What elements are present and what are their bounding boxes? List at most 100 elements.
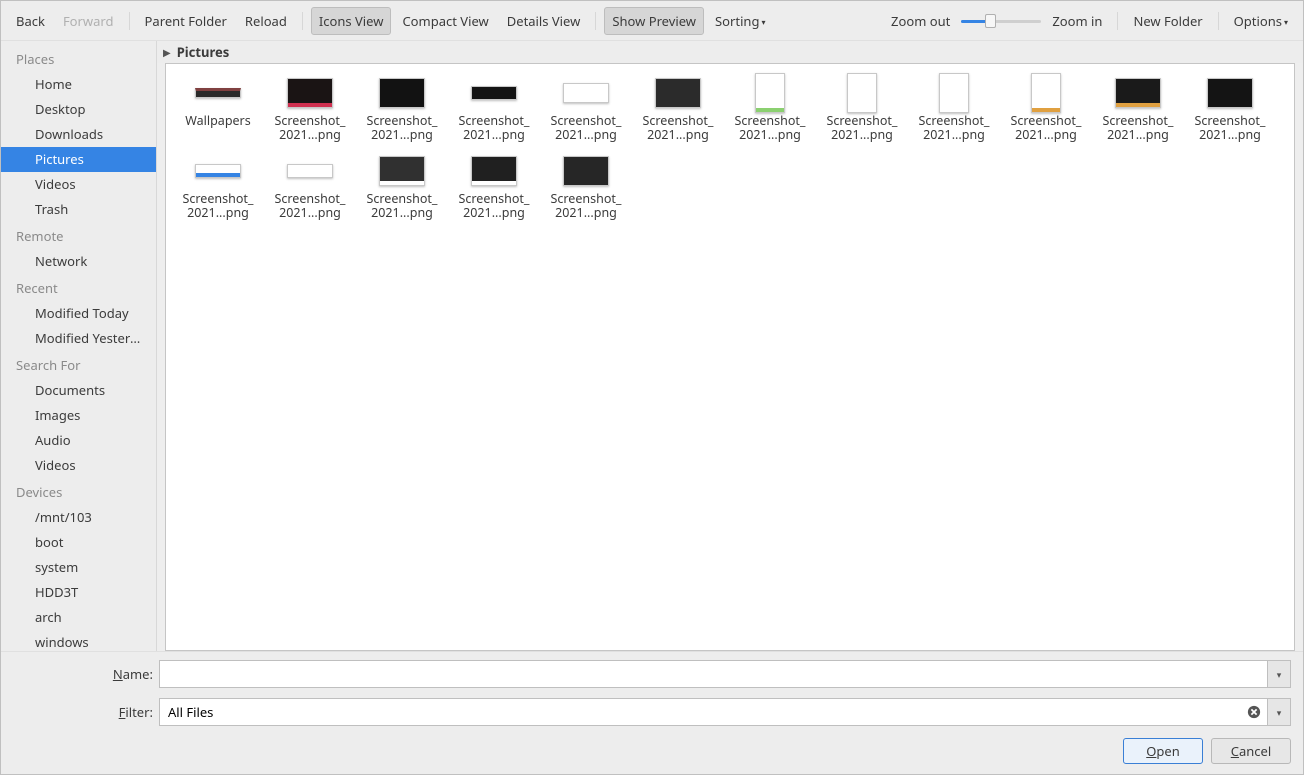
thumbnail-icon [847,73,877,113]
back-button[interactable]: Back [9,8,52,34]
file-item[interactable]: Screenshot_2021...png [172,152,264,220]
compact-view-button[interactable]: Compact View [395,8,495,34]
chevron-right-icon[interactable]: ▶ [163,45,171,59]
file-item[interactable]: Screenshot_2021...png [264,152,356,220]
separator [595,12,596,30]
sidebar-item-arch[interactable]: arch [1,605,156,630]
sidebar-item-pictures[interactable]: Pictures [1,147,156,172]
file-item[interactable]: Screenshot_2021...png [264,74,356,142]
thumbnail-icon [563,156,609,186]
file-view[interactable]: WallpapersScreenshot_2021...pngScreensho… [165,63,1295,651]
file-label: Screenshot_2021...png [919,114,990,142]
thumbnail-icon [471,86,517,100]
thumbnail-icon [1207,78,1253,108]
breadcrumb-current[interactable]: Pictures [177,43,230,61]
sidebar-item-desktop[interactable]: Desktop [1,97,156,122]
file-item[interactable]: Screenshot_2021...png [1000,74,1092,142]
icons-view-button[interactable]: Icons View [311,7,392,35]
filter-dropdown[interactable]: ▾ [1267,698,1291,726]
thumbnail-icon [655,78,701,108]
sidebar-item--mnt-103[interactable]: /mnt/103 [1,505,156,530]
thumbnail-icon [195,88,241,98]
sidebar-item-windows[interactable]: windows [1,630,156,651]
file-item[interactable]: Screenshot_2021...png [908,74,1000,142]
sidebar-item-trash[interactable]: Trash [1,197,156,222]
name-history-dropdown[interactable]: ▾ [1267,660,1291,688]
toolbar: Back Forward Parent Folder Reload Icons … [1,1,1303,41]
separator [1218,12,1219,30]
clear-icon [1247,705,1261,719]
file-label: Screenshot_2021...png [551,114,622,142]
file-label: Screenshot_2021...png [827,114,898,142]
open-button[interactable]: Open [1123,738,1203,764]
cancel-button[interactable]: Cancel [1211,738,1291,764]
breadcrumb: ▶ Pictures [157,41,1303,63]
details-view-button[interactable]: Details View [500,8,588,34]
file-item[interactable]: Wallpapers [172,74,264,142]
file-label: Screenshot_2021...png [1011,114,1082,142]
chevron-down-icon: ▾ [761,17,765,28]
file-label: Screenshot_2021...png [459,192,530,220]
sidebar-item-home[interactable]: Home [1,72,156,97]
separator [302,12,303,30]
options-button[interactable]: Options▾ [1227,8,1295,34]
file-label: Screenshot_2021...png [643,114,714,142]
file-item[interactable]: Screenshot_2021...png [356,152,448,220]
thumbnail-icon [1031,73,1061,113]
thumbnail-icon [287,78,333,108]
parent-folder-button[interactable]: Parent Folder [138,8,234,34]
file-item[interactable]: Screenshot_2021...png [1184,74,1276,142]
sidebar-item-documents[interactable]: Documents [1,378,156,403]
file-item[interactable]: Screenshot_2021...png [724,74,816,142]
filter-clear-button[interactable] [1241,698,1267,726]
zoom-in-button[interactable]: Zoom in [1045,8,1109,34]
sidebar-item-videos[interactable]: Videos [1,172,156,197]
sidebar-item-network[interactable]: Network [1,249,156,274]
file-item[interactable]: Screenshot_2021...png [632,74,724,142]
file-label: Screenshot_2021...png [459,114,530,142]
chevron-down-icon: ▾ [1277,668,1282,681]
file-label: Screenshot_2021...png [275,192,346,220]
sidebar-item-videos[interactable]: Videos [1,453,156,478]
separator [129,12,130,30]
thumbnail-icon [195,164,241,178]
file-item[interactable]: Screenshot_2021...png [540,74,632,142]
filter-input-field[interactable] [168,699,1233,725]
sidebar-item-downloads[interactable]: Downloads [1,122,156,147]
filter-field-label: Filter: [13,703,153,721]
filter-input[interactable] [159,698,1241,726]
sidebar-item-hdd3t[interactable]: HDD3T [1,580,156,605]
sidebar-item-system[interactable]: system [1,555,156,580]
reload-button[interactable]: Reload [238,8,294,34]
sorting-button[interactable]: Sorting▾ [708,8,772,34]
thumbnail-icon [379,156,425,186]
separator [1117,12,1118,30]
name-field-label: Name: [13,665,153,683]
bottom-panel: Name: ▾ Filter: ▾ Open Cancel [1,651,1303,774]
sidebar-item-boot[interactable]: boot [1,530,156,555]
file-label: Screenshot_2021...png [1103,114,1174,142]
name-input-field[interactable] [168,661,1259,687]
thumbnail-icon [1115,78,1161,108]
zoom-out-button[interactable]: Zoom out [884,8,957,34]
file-item[interactable]: Screenshot_2021...png [448,152,540,220]
file-item[interactable]: Screenshot_2021...png [816,74,908,142]
zoom-slider[interactable] [961,18,1041,24]
name-input[interactable] [159,660,1267,688]
thumbnail-icon [755,73,785,113]
file-item[interactable]: Screenshot_2021...png [448,74,540,142]
thumbnail-icon [939,73,969,113]
show-preview-button[interactable]: Show Preview [604,7,704,35]
new-folder-button[interactable]: New Folder [1126,8,1209,34]
sidebar-item-modified-yesterday[interactable]: Modified Yesterday [1,326,156,351]
sidebar-item-modified-today[interactable]: Modified Today [1,301,156,326]
file-item[interactable]: Screenshot_2021...png [356,74,448,142]
sidebar-item-images[interactable]: Images [1,403,156,428]
sidebar-item-audio[interactable]: Audio [1,428,156,453]
chevron-down-icon: ▾ [1284,17,1288,28]
thumbnail-icon [379,78,425,108]
file-item[interactable]: Screenshot_2021...png [540,152,632,220]
file-label: Screenshot_2021...png [367,192,438,220]
file-label: Screenshot_2021...png [367,114,438,142]
file-item[interactable]: Screenshot_2021...png [1092,74,1184,142]
